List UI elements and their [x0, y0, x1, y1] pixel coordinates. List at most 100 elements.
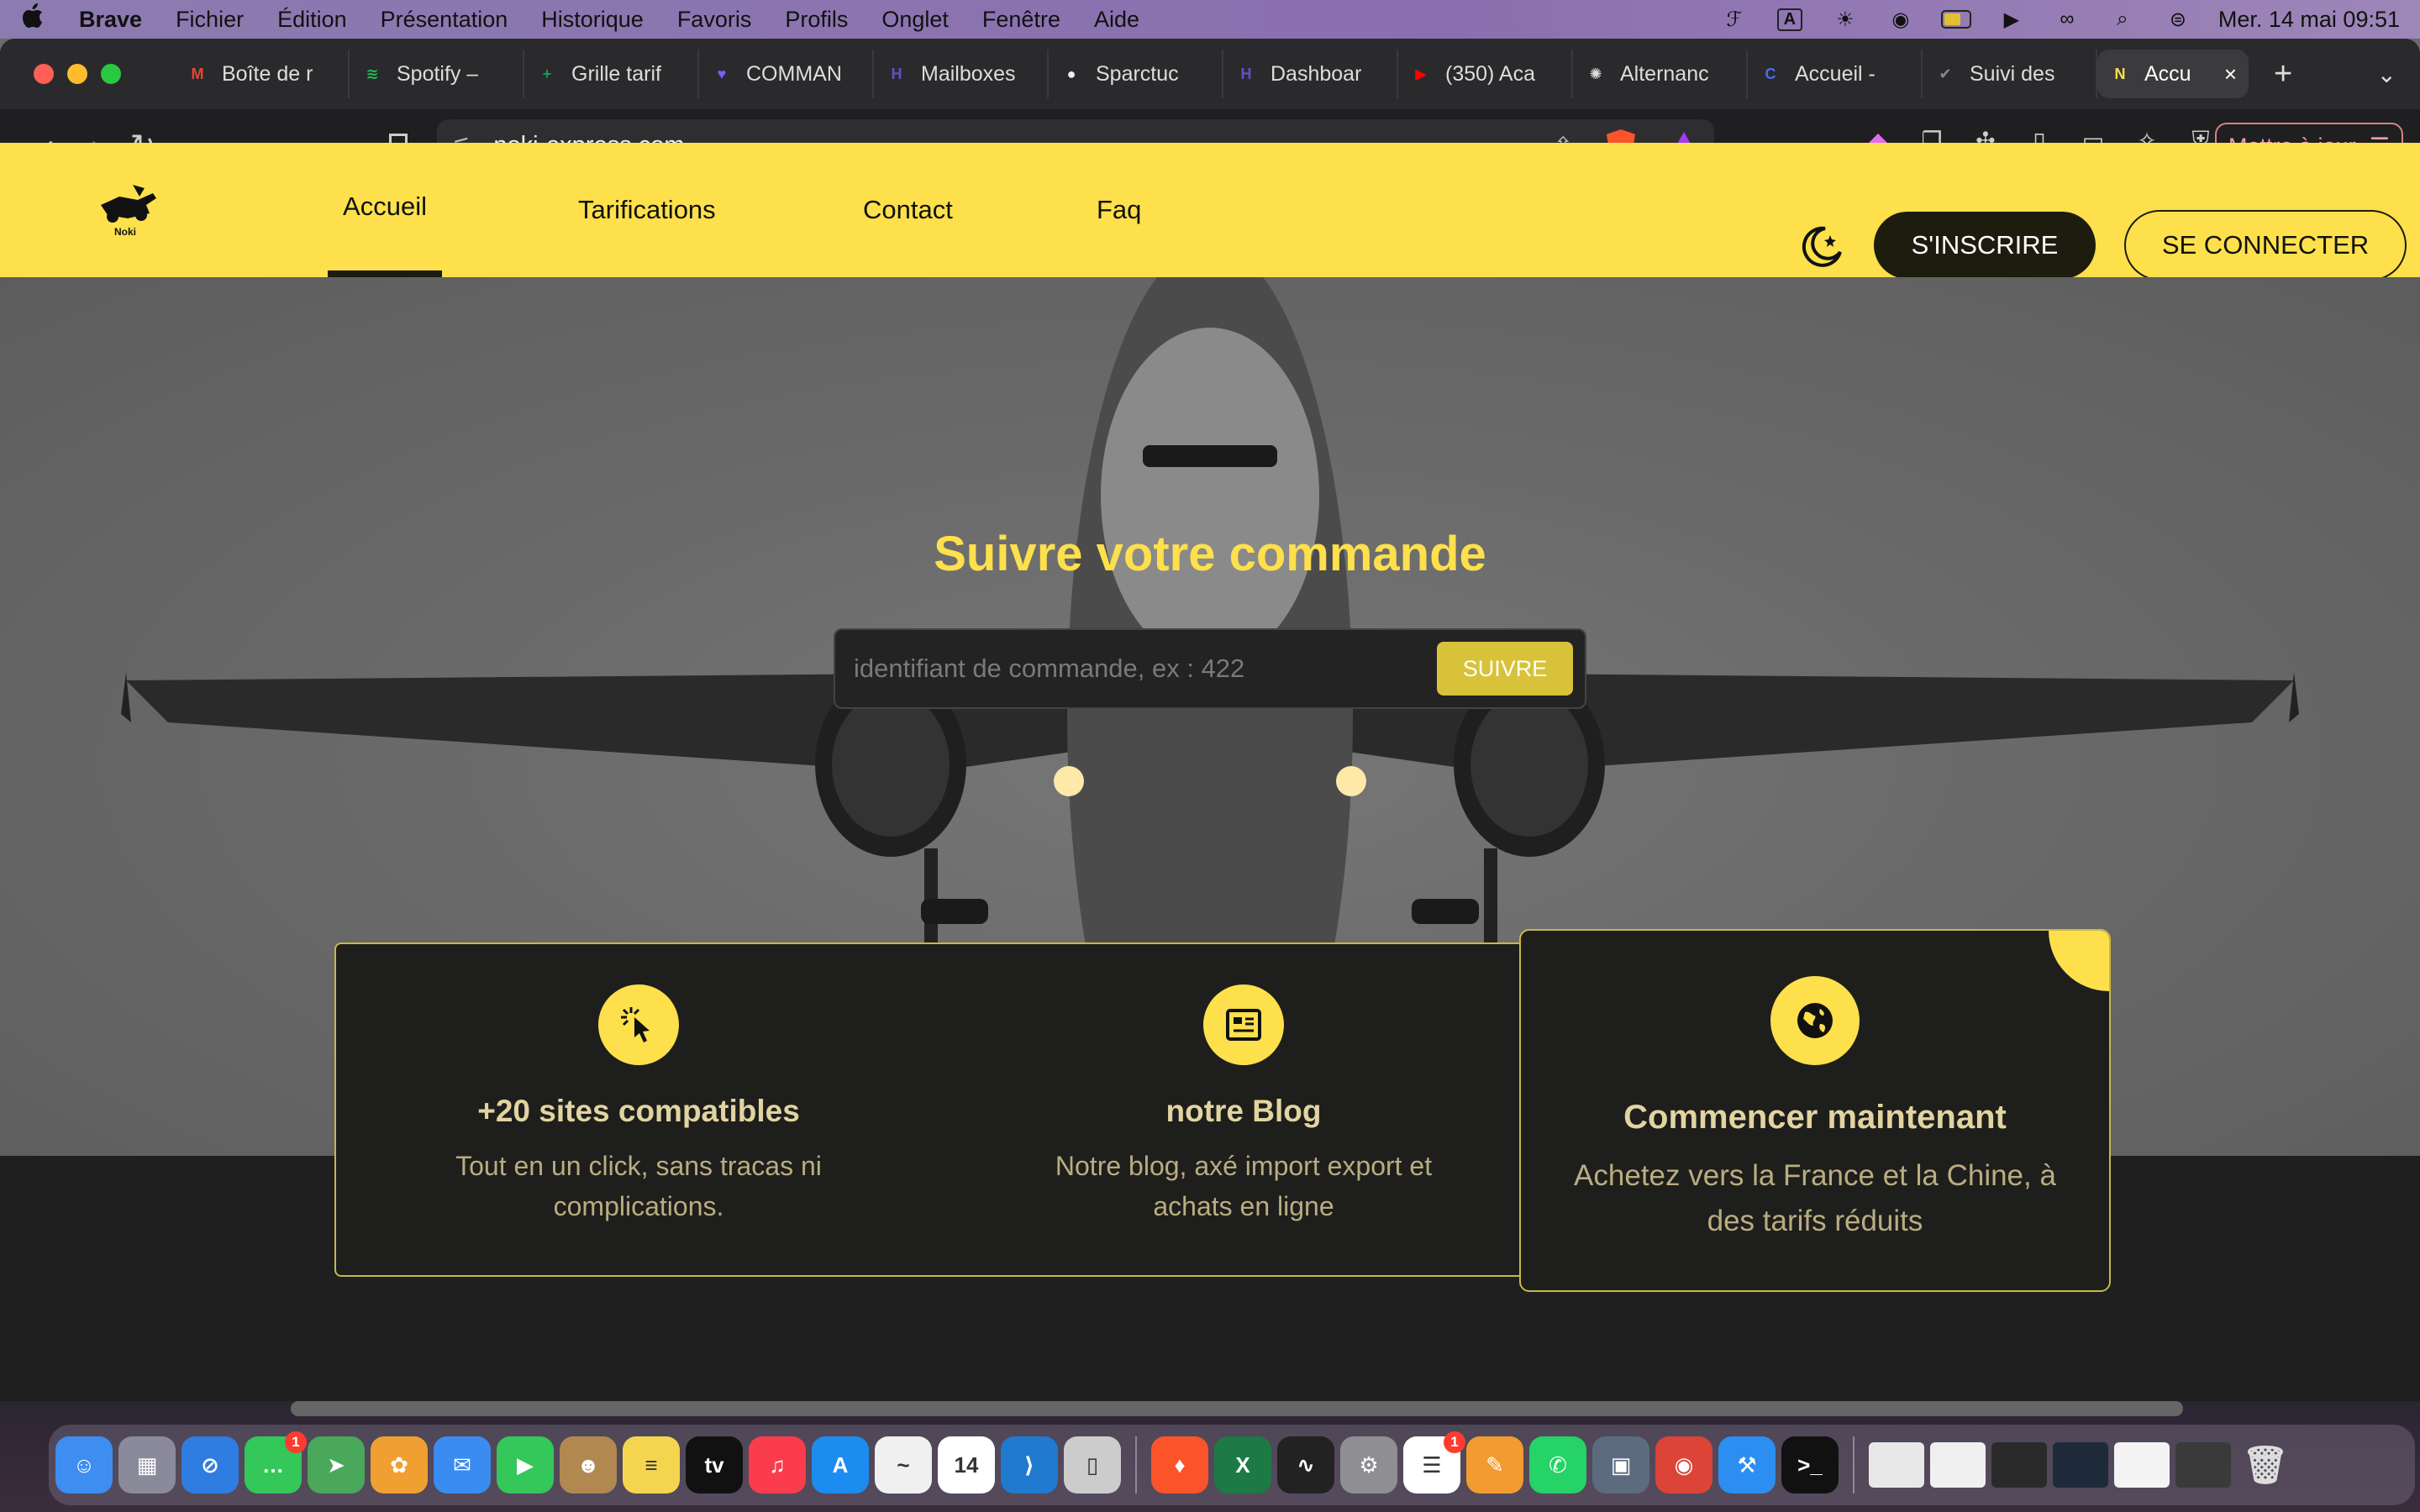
close-window-button[interactable]	[34, 64, 54, 84]
browser-tab[interactable]: M Boîte de r	[175, 50, 350, 98]
freeform-dock-icon[interactable]: ~	[875, 1436, 932, 1494]
vscode-dock-icon[interactable]: ⟩	[1001, 1436, 1058, 1494]
tv-dock-icon[interactable]: tv	[686, 1436, 743, 1494]
nav-tarifications[interactable]: Tarifications	[578, 143, 716, 277]
dock-separator	[1853, 1436, 1854, 1494]
order-tracking-form: SUIVRE	[834, 628, 1586, 709]
apple-menu-icon[interactable]	[20, 3, 45, 35]
browser-tab[interactable]: H Mailboxes	[874, 50, 1049, 98]
contacts-dock-icon[interactable]: ☻	[560, 1436, 617, 1494]
menu-fenetre[interactable]: Fenêtre	[982, 7, 1060, 33]
system-settings-dock-icon[interactable]: ⚙	[1340, 1436, 1397, 1494]
minimized-window-thumbnail[interactable]	[1991, 1442, 2047, 1488]
finder-dock-icon[interactable]: ☺	[55, 1436, 113, 1494]
card-title: notre Blog	[1165, 1094, 1322, 1128]
minimized-window-thumbnail[interactable]	[1930, 1442, 1986, 1488]
script-status-icon[interactable]: ℱ	[1719, 8, 1749, 31]
pages-dock-icon[interactable]: ✎	[1466, 1436, 1523, 1494]
app-store-dock-icon[interactable]: A	[812, 1436, 869, 1494]
card-title: +20 sites compatibles	[477, 1094, 800, 1128]
menu-app-name[interactable]: Brave	[79, 7, 142, 33]
minimized-window-thumbnail[interactable]	[2053, 1442, 2108, 1488]
track-order-button[interactable]: SUIVRE	[1437, 642, 1573, 696]
minimize-window-button[interactable]	[67, 64, 87, 84]
close-tab-icon[interactable]: ×	[2224, 61, 2237, 87]
preview-dock-icon[interactable]: ▣	[1592, 1436, 1649, 1494]
menu-fichier[interactable]: Fichier	[176, 7, 244, 33]
battery-icon[interactable]	[1940, 8, 1971, 31]
feature-card-start-now[interactable]: Commencer maintenant Achetez vers la Fra…	[1519, 929, 2111, 1292]
login-button[interactable]: SE CONNECTER	[2124, 210, 2407, 281]
dark-mode-moon-icon[interactable]	[1797, 223, 1844, 270]
nav-faq[interactable]: Faq	[1097, 143, 1141, 277]
browser-tab[interactable]: C Accueil -	[1748, 50, 1923, 98]
excel-dock-icon[interactable]: X	[1214, 1436, 1271, 1494]
brave-dock-icon[interactable]: ♦	[1151, 1436, 1208, 1494]
browser-tab[interactable]: ▶ (350) Aca	[1398, 50, 1573, 98]
browser-tab[interactable]: H Dashboar	[1223, 50, 1398, 98]
mailboxes-icon: H	[891, 65, 902, 82]
messages-dock-icon[interactable]: … 1	[245, 1431, 307, 1494]
heart-app-icon: ♥	[717, 65, 727, 82]
browser-tab[interactable]: N Accu ×	[2097, 50, 2249, 98]
signup-button[interactable]: S'INSCRIRE	[1874, 212, 2096, 279]
feature-card-sites[interactable]: +20 sites compatibles Tout en un click, …	[336, 944, 941, 1226]
trash-dock-icon[interactable]: 🗑	[2237, 1436, 2294, 1494]
input-source-icon[interactable]: A	[1775, 8, 1805, 31]
order-id-input[interactable]	[854, 654, 1437, 684]
photos-dock-icon[interactable]: ✿	[371, 1436, 428, 1494]
tab-overflow-chevron-icon[interactable]: ⌄	[2377, 60, 2396, 88]
menu-edition[interactable]: Édition	[277, 7, 347, 33]
menu-onglet[interactable]: Onglet	[881, 7, 949, 33]
browser-tab[interactable]: ✺ Alternanc	[1573, 50, 1748, 98]
calendar-dock-icon[interactable]: 14	[938, 1436, 995, 1494]
menubar-datetime[interactable]: Mer. 14 mai 09:51	[2218, 7, 2400, 33]
facetime-dock-icon[interactable]: ▶	[497, 1436, 554, 1494]
tabs-list: M Boîte de r ≋ Spotify – + Grille tarif ♥ COMMA…	[175, 50, 2249, 98]
browser-tab[interactable]: ✔ Suivi des	[1923, 50, 2097, 98]
sheets-icon: +	[542, 65, 552, 82]
minimized-window-thumbnail[interactable]	[2114, 1442, 2170, 1488]
noki-tab-icon: N	[2114, 65, 2126, 82]
tab-label: Spotify –	[397, 61, 479, 86]
menu-aide[interactable]: Aide	[1094, 7, 1139, 33]
horizontal-scrollbar[interactable]	[291, 1401, 2183, 1416]
xcode-dock-icon[interactable]: ⚒	[1718, 1436, 1776, 1494]
maps-dock-icon[interactable]: ➤	[308, 1436, 365, 1494]
menu-favoris[interactable]: Favoris	[677, 7, 752, 33]
launchpad-dock-icon[interactable]: ▦	[118, 1436, 176, 1494]
iphone-mirroring-dock-icon[interactable]: ▯	[1064, 1436, 1121, 1494]
browser-tab[interactable]: ♥ COMMAN	[699, 50, 874, 98]
whatsapp-dock-icon[interactable]: ✆	[1529, 1436, 1586, 1494]
reminders-dock-icon[interactable]: ☰ 1	[1403, 1431, 1465, 1494]
safari-dock-icon[interactable]: ⊘	[182, 1436, 239, 1494]
menu-historique[interactable]: Historique	[541, 7, 644, 33]
play-icon[interactable]: ▶	[1996, 8, 2027, 31]
browser-tab[interactable]: + Grille tarif	[524, 50, 699, 98]
browser-tab[interactable]: ● Sparctuc	[1049, 50, 1223, 98]
control-center-icon[interactable]: ⊜	[2163, 8, 2193, 31]
feature-card-blog[interactable]: notre Blog Notre blog, axé import export…	[941, 944, 1546, 1226]
spotlight-search-icon[interactable]: ⌕	[2107, 8, 2138, 31]
zoom-window-button[interactable]	[101, 64, 121, 84]
brightness-icon[interactable]: ☀	[1830, 8, 1860, 31]
mail-dock-icon[interactable]: ✉	[434, 1436, 491, 1494]
chrome-dock-icon[interactable]: ◉	[1655, 1436, 1712, 1494]
activity-monitor-dock-icon[interactable]: ∿	[1277, 1436, 1334, 1494]
music-dock-icon[interactable]: ♫	[749, 1436, 806, 1494]
youtube-icon: ▶	[1415, 65, 1427, 82]
nav-accueil[interactable]: Accueil	[328, 143, 442, 277]
menu-presentation[interactable]: Présentation	[381, 7, 508, 33]
browser-tab[interactable]: ≋ Spotify –	[350, 50, 524, 98]
minimized-window-thumbnail[interactable]	[2175, 1442, 2231, 1488]
menu-profils[interactable]: Profils	[785, 7, 848, 33]
screen-mirroring-icon[interactable]: ∞	[2052, 8, 2082, 31]
terminal-dock-icon[interactable]: >_	[1781, 1436, 1839, 1494]
new-tab-button[interactable]: +	[2274, 56, 2292, 92]
user-account-icon[interactable]: ◉	[1886, 8, 1916, 31]
minimized-window-thumbnail[interactable]	[1869, 1442, 1924, 1488]
noki-logo[interactable]: Noki	[94, 180, 161, 244]
noki-logo-image: Noki	[101, 185, 156, 238]
notes-dock-icon[interactable]: ≡	[623, 1436, 680, 1494]
nav-contact[interactable]: Contact	[863, 143, 953, 277]
